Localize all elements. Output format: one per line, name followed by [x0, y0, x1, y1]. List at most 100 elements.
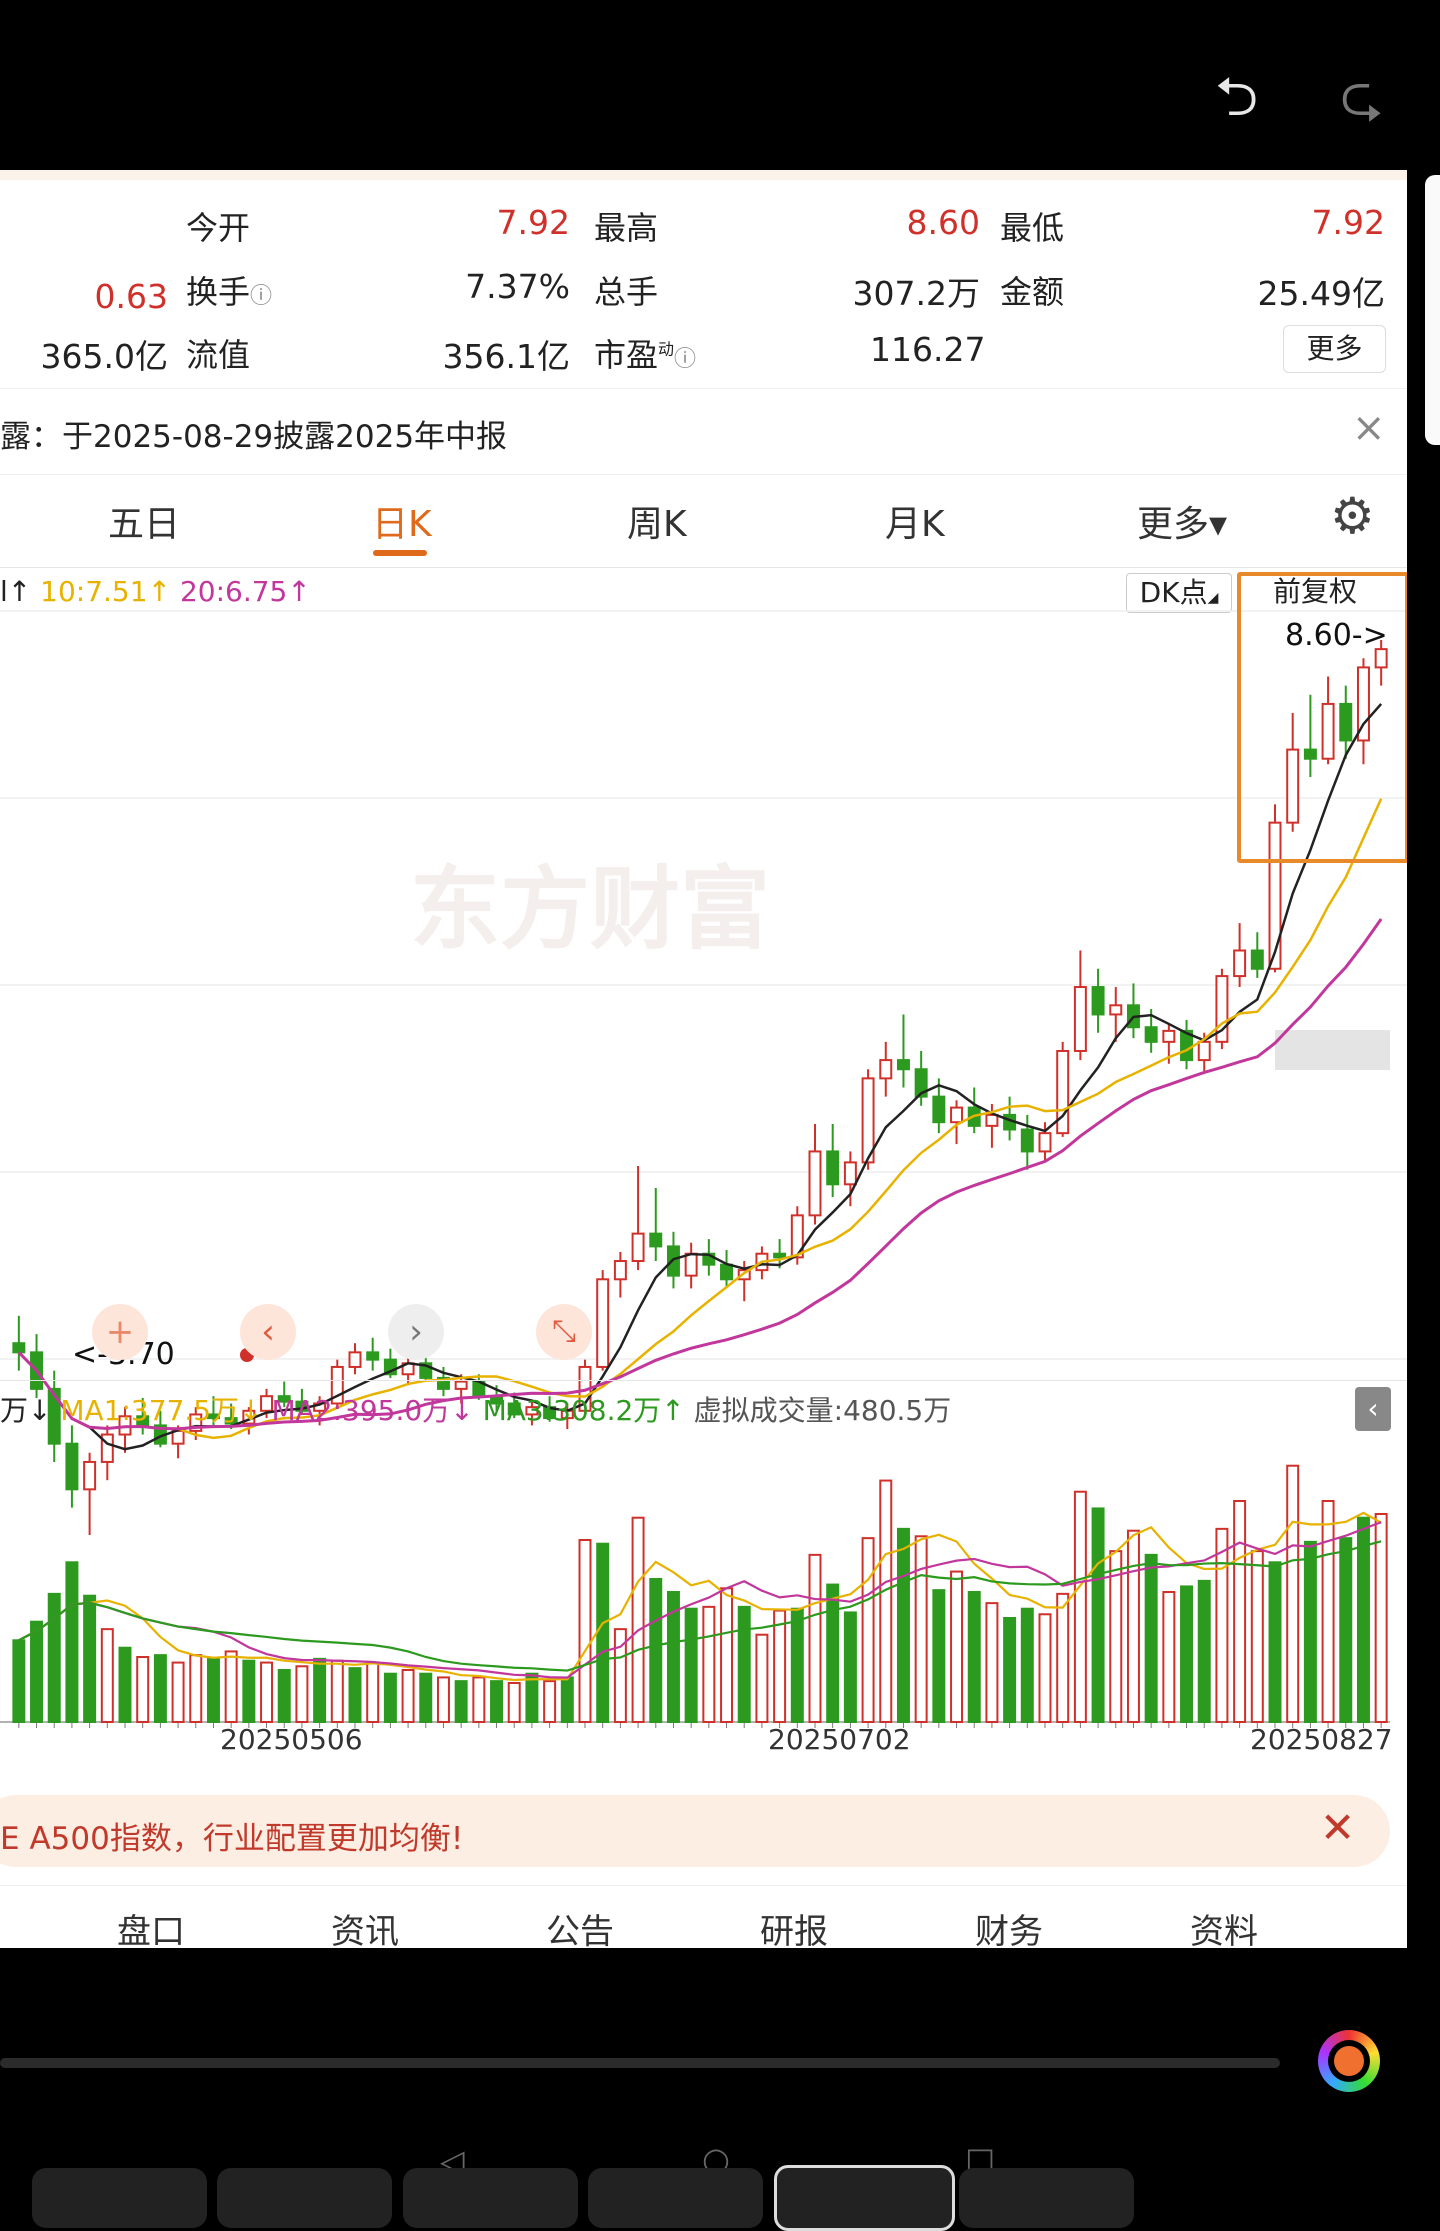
- highlight-box: [1237, 572, 1407, 863]
- nav-finance[interactable]: 财务: [975, 1904, 1043, 1948]
- volume-bar: [490, 1680, 504, 1723]
- tab-five-day[interactable]: 五日: [108, 495, 180, 547]
- chevron-right-icon[interactable]: ›: [388, 1304, 444, 1360]
- volume-bar: [242, 1659, 256, 1723]
- value-volume: 307.2万: [852, 274, 980, 313]
- chevron-left-icon[interactable]: ‹: [240, 1304, 296, 1360]
- volume-ma20-line: [18, 1540, 1382, 1672]
- candle-body: [932, 1095, 946, 1124]
- volume-bar: [65, 1561, 79, 1723]
- volume-bar: [507, 1682, 521, 1723]
- dock-item[interactable]: [32, 2168, 207, 2228]
- volume-bar: [100, 1628, 114, 1723]
- volume-bar: [560, 1676, 574, 1724]
- gear-icon[interactable]: ⚙: [1330, 487, 1375, 545]
- candle-body: [808, 1150, 822, 1217]
- virtual-volume: 虚拟成交量:480.5万: [693, 1394, 952, 1427]
- value-pe: 116.27: [870, 330, 986, 369]
- volume-bar: [1321, 1500, 1335, 1723]
- vol-ma3: MA3:308.2万↑: [482, 1394, 685, 1427]
- volume-bar: [1233, 1500, 1247, 1723]
- candle-body: [348, 1351, 362, 1368]
- volume-bar: [401, 1669, 415, 1723]
- candle-body: [1197, 1040, 1211, 1062]
- volume-bar: [472, 1676, 486, 1724]
- close-icon[interactable]: ✕: [1320, 1803, 1355, 1852]
- date-label-1: 20250506: [220, 1723, 363, 1756]
- volume-bar: [773, 1609, 787, 1723]
- assistant-icon[interactable]: [1318, 2030, 1380, 2092]
- dock-item[interactable]: [959, 2168, 1134, 2228]
- volume-bar: [1073, 1490, 1087, 1724]
- redo-arrow-icon[interactable]: ⮎: [1340, 70, 1383, 124]
- volume-bar: [1038, 1613, 1052, 1724]
- zoom-in-icon[interactable]: +: [92, 1304, 148, 1360]
- candle-body: [879, 1059, 893, 1080]
- notice-bar[interactable]: 露：于2025-08-29披露2025年中报 ×: [0, 388, 1407, 475]
- candle-body: [1250, 949, 1264, 970]
- scroll-track[interactable]: [0, 2058, 1280, 2068]
- volume-bar: [950, 1570, 964, 1723]
- volume-chart[interactable]: [0, 1432, 1407, 1752]
- date-label-2: 20250702: [768, 1723, 911, 1756]
- candle-body: [1091, 986, 1105, 1016]
- volume-bar: [879, 1479, 893, 1724]
- expand-icon[interactable]: ⤡: [536, 1304, 592, 1360]
- volume-bar: [83, 1594, 97, 1723]
- nav-announcements[interactable]: 公告: [546, 1904, 614, 1948]
- bottom-nav: 盘口 资讯 公告 研报 财务 资料: [0, 1885, 1407, 1948]
- volume-bar: [330, 1659, 344, 1723]
- candle-body: [826, 1150, 840, 1186]
- nav-order-book[interactable]: 盘口: [117, 1904, 185, 1948]
- dock-item[interactable]: [588, 2168, 763, 2228]
- more-button[interactable]: 更多: [1283, 325, 1386, 373]
- dk-point-chip[interactable]: DK点◢: [1126, 573, 1232, 613]
- label-float-cap: 流值: [186, 336, 251, 374]
- nav-profile[interactable]: 资料: [1190, 1904, 1258, 1948]
- nav-research[interactable]: 研报: [760, 1904, 828, 1948]
- tab-monthly-k[interactable]: 月K: [885, 495, 945, 547]
- close-icon[interactable]: ×: [1352, 405, 1386, 451]
- volume-bar: [684, 1607, 698, 1723]
- high-price-label: 8.60->: [1285, 618, 1388, 653]
- volume-bar: [985, 1602, 999, 1723]
- candle-body: [613, 1260, 627, 1281]
- collapse-left-icon[interactable]: ‹: [1355, 1387, 1391, 1431]
- vol-ma2: MA2:395.0万↓: [271, 1394, 474, 1427]
- volume-bar: [118, 1646, 132, 1723]
- label-pe[interactable]: 市盈动ⓘ: [594, 330, 696, 376]
- volume-ma-legend: 万↓ MA1:377.5万↓ MA2:395.0万↓ MA3:308.2万↑ 虚…: [0, 1380, 1407, 1433]
- app-screen: 今开 7.92 最高 8.60 最低 7.92 0.63 换手ⓘ 7.37% 总…: [0, 170, 1407, 1948]
- volume-bar: [277, 1669, 291, 1723]
- value-turnover: 7.37%: [465, 267, 570, 306]
- tab-weekly-k[interactable]: 周K: [627, 495, 687, 547]
- volume-bar: [525, 1672, 539, 1723]
- volume-bar: [967, 1591, 981, 1723]
- info-icon[interactable]: ⓘ: [674, 347, 696, 372]
- vol-ma1: MA1:377.5万↓: [60, 1394, 263, 1427]
- volume-bar: [419, 1672, 433, 1723]
- tab-more[interactable]: 更多▾: [1137, 495, 1227, 547]
- period-tabs: 五日 日K 周K 月K 更多▾ ⚙: [0, 475, 1407, 568]
- volume-bar: [737, 1605, 751, 1724]
- volume-bar: [153, 1654, 167, 1723]
- label-amount: 金额: [1000, 273, 1065, 311]
- info-icon[interactable]: ⓘ: [250, 284, 272, 309]
- label-turnover[interactable]: 换手ⓘ: [186, 267, 272, 313]
- price-ma-legend: l↑ 10:7.51↑ 20:6.75↑: [0, 575, 311, 608]
- candle-body: [720, 1263, 734, 1281]
- volume-bar: [47, 1592, 61, 1723]
- dock-item[interactable]: [403, 2168, 578, 2228]
- nav-news[interactable]: 资讯: [331, 1904, 399, 1948]
- side-drawer-handle[interactable]: [1425, 175, 1440, 445]
- candle-body: [649, 1232, 663, 1248]
- volume-bar: [1374, 1513, 1388, 1723]
- dock-item[interactable]: [217, 2168, 392, 2228]
- dock-item-active[interactable]: [774, 2165, 955, 2231]
- volume-bar: [1126, 1529, 1140, 1724]
- undo-arrow-icon[interactable]: ⮌: [1215, 70, 1258, 124]
- tab-daily-k[interactable]: 日K: [372, 495, 432, 547]
- volume-bar: [1020, 1607, 1034, 1723]
- ma20-line: [17, 918, 1383, 1431]
- promo-banner[interactable]: E A500指数，行业配置更加均衡! ✕: [0, 1795, 1390, 1867]
